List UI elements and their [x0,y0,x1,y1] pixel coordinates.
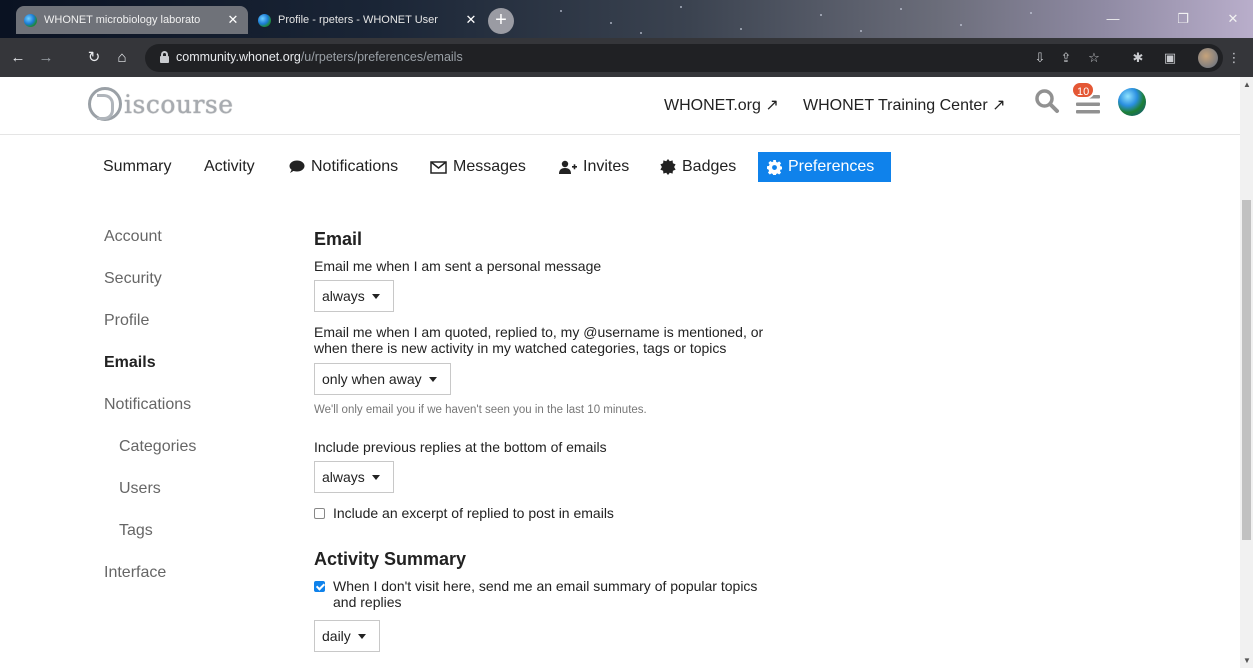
search-icon[interactable] [1034,88,1060,119]
back-icon[interactable]: ← [6,46,30,70]
side-panel-icon[interactable]: ▣ [1160,48,1180,68]
notification-count-badge[interactable]: 10 [1071,81,1096,99]
training-center-link[interactable]: WHONET Training Center ↗ [803,95,1006,115]
install-icon[interactable]: ⇩ [1030,48,1050,68]
browser-tab-profile[interactable]: Profile - rpeters - WHONET User ✕ [250,6,486,34]
browser-tab-strip: WHONET microbiology laborato ✕ Profile -… [0,0,1253,38]
caret-down-icon [371,293,380,299]
envelope-icon [430,160,447,174]
mention-frequency-select[interactable]: only when away [314,363,451,395]
sidebar-item-interface[interactable]: Interface [104,564,166,582]
activity-summary-heading: Activity Summary [314,549,467,569]
mention-label: Email me when I am quoted, replied to, m… [314,324,764,356]
certificate-icon [660,159,676,175]
sidebar-item-profile[interactable]: Profile [104,312,149,330]
user-plus-icon [559,160,577,174]
nav-preferences[interactable]: Preferences [758,152,891,182]
mention-hint: We'll only email you if we haven't seen … [314,404,647,416]
scroll-up-icon[interactable]: ▲ [1243,80,1251,89]
bookmark-star-icon[interactable]: ☆ [1084,48,1104,68]
caret-down-icon [428,376,437,382]
sidebar-item-account[interactable]: Account [104,228,162,246]
sidebar-item-categories[interactable]: Categories [119,438,196,456]
logo-mark-icon [88,87,122,121]
nav-summary[interactable]: Summary [94,152,180,182]
home-icon[interactable]: ⌂ [110,46,134,70]
whonet-org-link[interactable]: WHONET.org ↗ [664,95,779,115]
new-tab-button[interactable]: + [488,8,514,34]
previous-replies-select[interactable]: always [314,461,394,493]
menu-kebab-icon[interactable]: ⋮ [1224,48,1244,68]
sidebar-item-security[interactable]: Security [104,270,162,288]
globe-icon [24,13,37,27]
nav-messages[interactable]: Messages [421,152,535,182]
sidebar-item-tags[interactable]: Tags [119,522,153,540]
scroll-down-icon[interactable]: ▼ [1243,656,1251,665]
caret-down-icon [371,474,380,480]
close-icon[interactable]: ✕ [226,12,240,28]
extensions-icon[interactable]: ✱ [1128,48,1148,68]
site-logo[interactable]: iscourse [88,84,234,124]
logo-wordmark: iscourse [124,89,234,119]
email-heading: Email [314,229,363,249]
nav-invites[interactable]: Invites [550,152,638,182]
forward-icon[interactable]: → [34,46,58,70]
close-icon[interactable]: ✕ [464,12,478,28]
nav-badges[interactable]: Badges [651,152,745,182]
user-avatar[interactable] [1118,88,1146,116]
profile-avatar[interactable] [1198,48,1218,68]
share-icon[interactable]: ⇪ [1056,48,1076,68]
excerpt-checkbox[interactable] [314,508,325,519]
nav-notifications[interactable]: Notifications [280,152,407,182]
browser-tab-whonet[interactable]: WHONET microbiology laborato ✕ [16,6,248,34]
previous-replies-label: Include previous replies at the bottom o… [314,439,607,455]
digest-checkbox-row[interactable]: When I don't visit here, send me an emai… [314,578,757,610]
sidebar-item-notifications[interactable]: Notifications [104,396,191,414]
excerpt-checkbox-row[interactable]: Include an excerpt of replied to post in… [314,505,614,521]
scrollbar-thumb[interactable] [1242,200,1251,540]
restore-icon[interactable]: ❐ [1163,6,1203,32]
url-text[interactable]: community.whonet.org/u/rpeters/preferenc… [176,50,463,64]
minimize-icon[interactable]: — [1093,6,1133,32]
digest-frequency-select[interactable]: daily [314,620,380,652]
pm-label: Email me when I am sent a personal messa… [314,258,602,274]
cog-icon [767,159,782,175]
close-window-icon[interactable]: ✕ [1213,6,1253,32]
nav-activity[interactable]: Activity [195,152,264,182]
sidebar-item-users[interactable]: Users [119,480,161,498]
sidebar-item-emails[interactable]: Emails [104,354,156,372]
pm-frequency-select[interactable]: always [314,280,394,312]
tab-title: Profile - rpeters - WHONET User [278,14,438,26]
comment-icon [289,160,305,174]
digest-checkbox[interactable] [314,581,325,592]
reload-icon[interactable]: ↻ [82,46,106,70]
lock-icon [160,51,169,63]
caret-down-icon [357,633,366,639]
tab-title: WHONET microbiology laborato [44,14,201,26]
globe-icon [258,13,271,27]
